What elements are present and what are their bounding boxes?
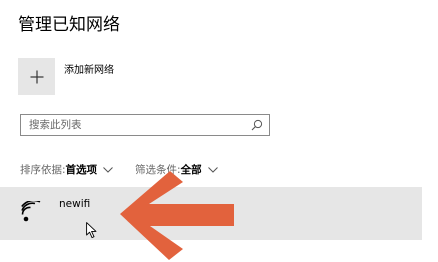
page-title: 管理已知网络 [18,15,120,35]
search-box[interactable] [20,114,270,136]
search-input[interactable] [21,115,249,135]
network-list-item[interactable]: newifi [0,187,422,240]
filter-by-value: 全部 [180,164,202,176]
sort-by-dropdown[interactable]: 排序依据: 首选项 [20,162,113,177]
filter-by-dropdown[interactable]: 筛选条件: 全部 [135,162,218,177]
chevron-down-icon [207,166,218,173]
filter-by-label: 筛选条件: [135,164,181,176]
add-new-network-button[interactable]: 添加新网络 [18,58,114,95]
sort-by-label: 排序依据: [20,164,66,176]
add-network-tile[interactable] [18,58,55,95]
sort-by-value: 首选项 [65,164,98,176]
mouse-cursor-icon [86,222,97,239]
add-new-network-label: 添加新网络 [64,65,114,76]
wifi-icon [21,201,41,222]
chevron-down-icon [103,166,113,173]
sort-filter-bar: 排序依据: 首选项 筛选条件: 全部 [20,162,218,177]
manage-known-networks-page: 管理已知网络 添加新网络 排序依据: 首选项 筛选条件: 全部 [0,0,438,262]
network-name: newifi [59,198,91,210]
plus-icon [30,70,43,83]
search-icon[interactable] [251,119,263,131]
